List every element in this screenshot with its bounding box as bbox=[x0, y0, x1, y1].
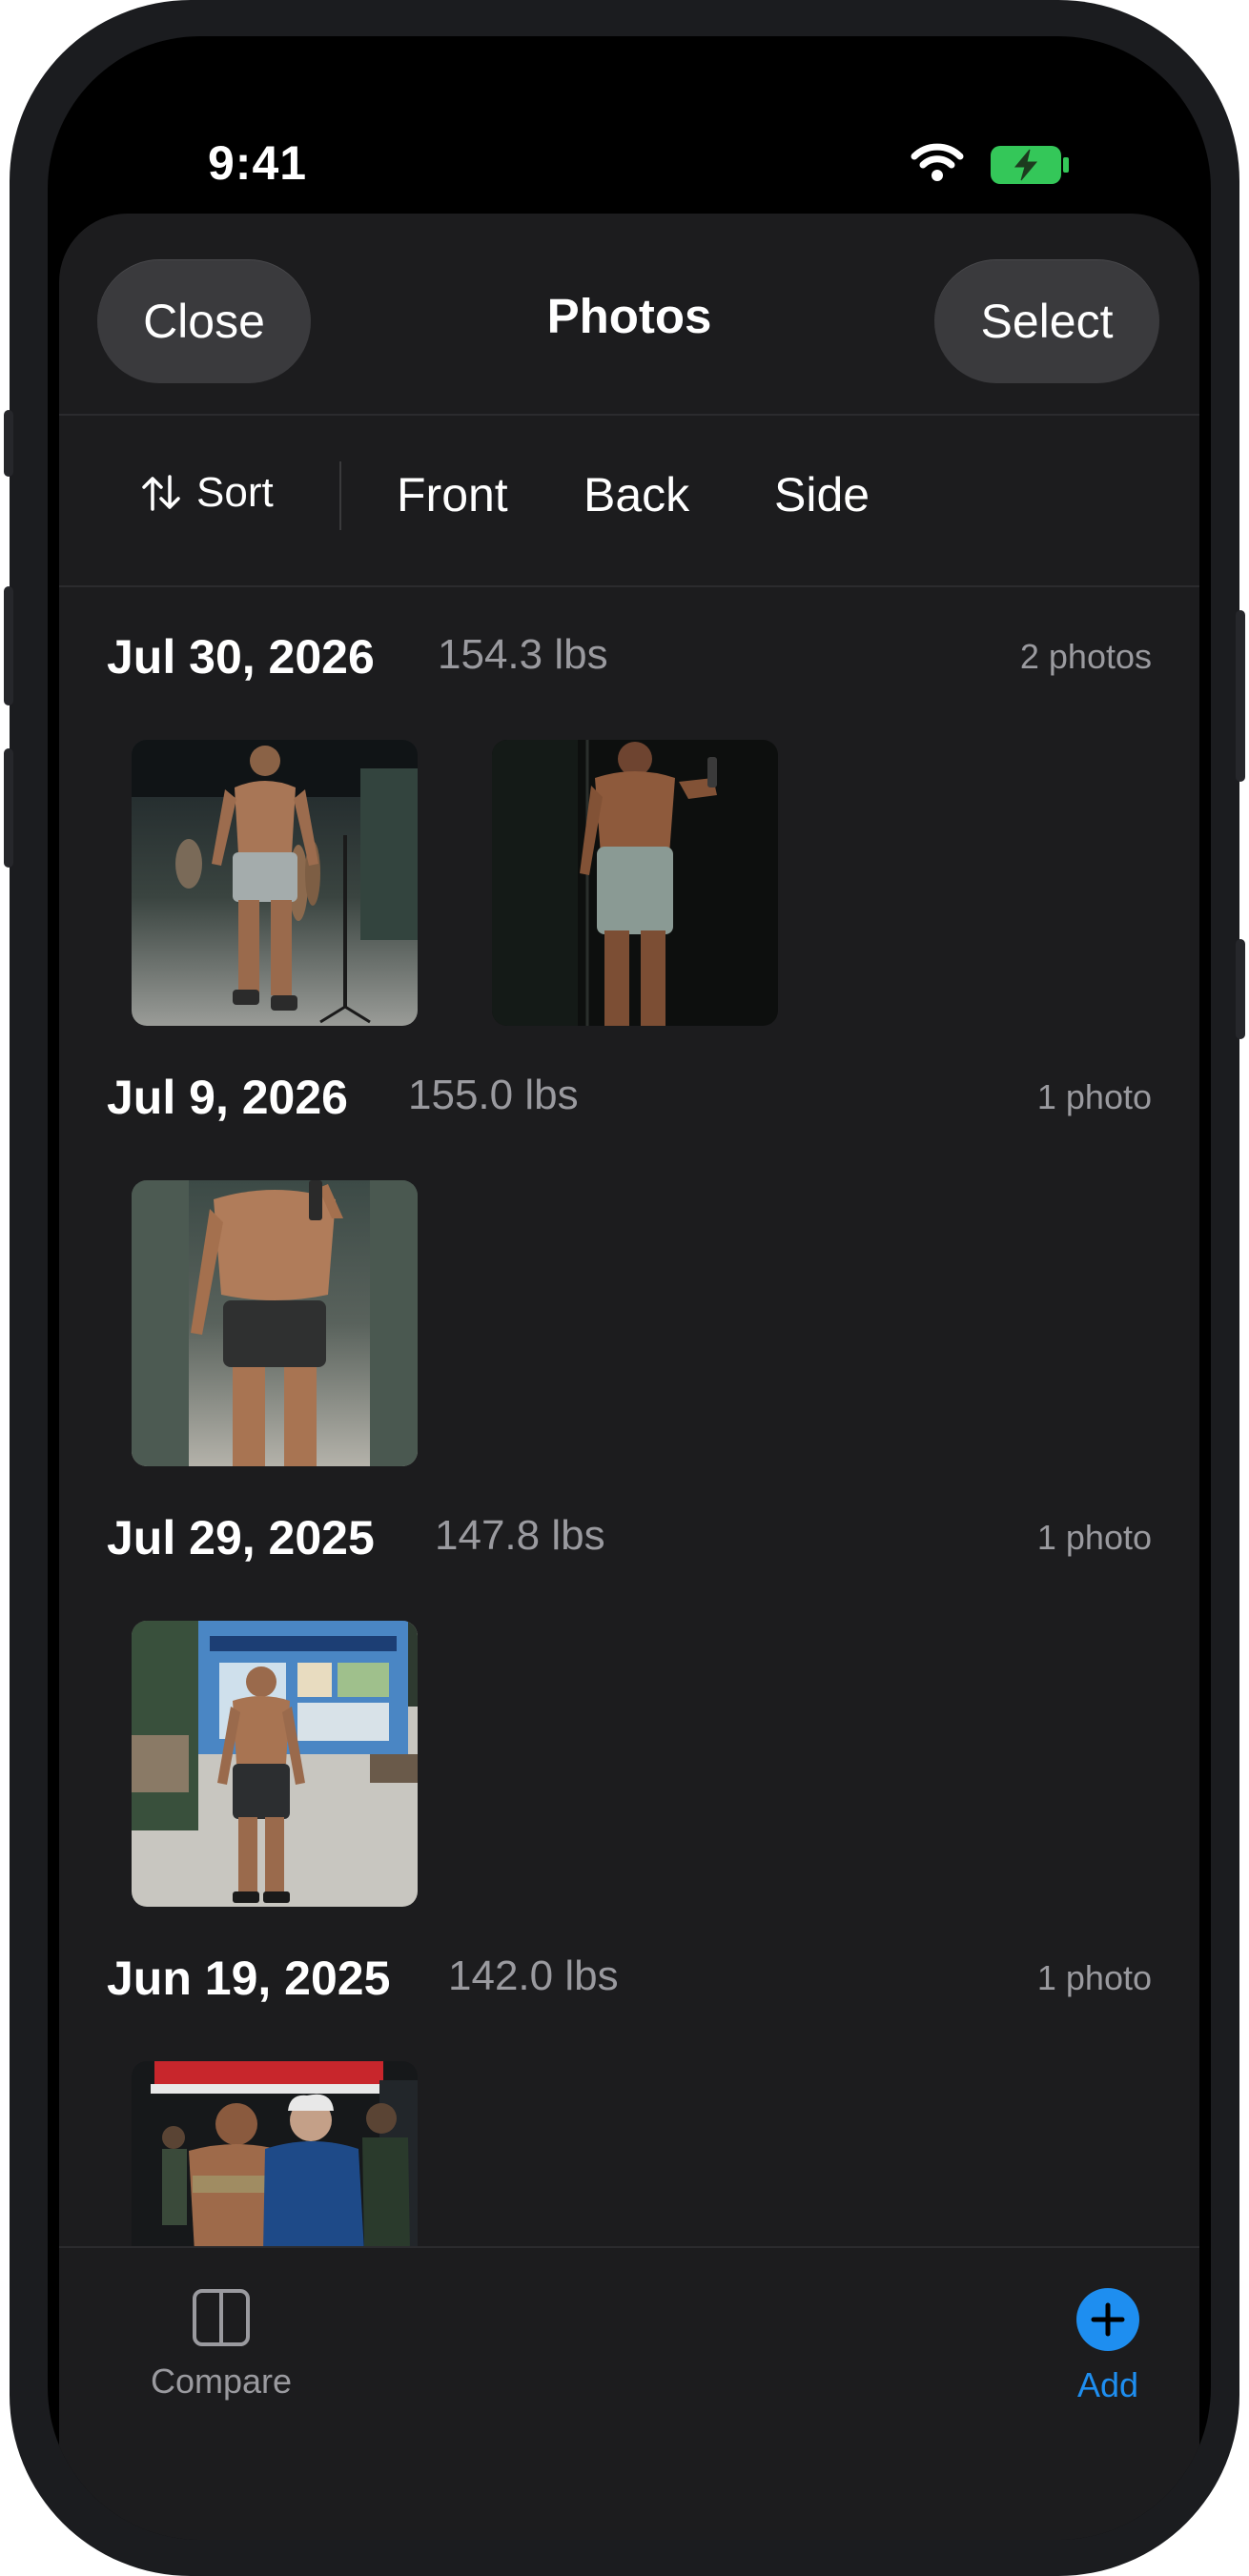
photo-group: Jul 9, 2026 155.0 lbs 1 photo bbox=[59, 1028, 1199, 1468]
photo-thumbnail[interactable] bbox=[132, 2061, 418, 2246]
group-date: Jul 9, 2026 bbox=[107, 1071, 348, 1124]
photo-thumbnail[interactable] bbox=[132, 740, 418, 1026]
group-date: Jun 19, 2025 bbox=[107, 1952, 391, 2005]
group-weight: 142.0 lbs bbox=[448, 1952, 619, 1999]
filter-side[interactable]: Side bbox=[774, 467, 870, 522]
add-label: Add bbox=[1076, 2365, 1139, 2404]
compare-button[interactable]: Compare bbox=[135, 2288, 307, 2402]
volume-down-button bbox=[4, 748, 13, 868]
battery-charging-icon bbox=[991, 146, 1069, 184]
group-date: Jul 29, 2025 bbox=[107, 1511, 375, 1564]
nav-bar: Close Photos Select bbox=[59, 214, 1199, 416]
action-button bbox=[4, 410, 13, 477]
compare-label: Compare bbox=[150, 2361, 293, 2401]
screen: 9:41 Close Photos Select Sort Front Back… bbox=[48, 36, 1211, 2540]
power-button bbox=[1236, 610, 1245, 782]
group-photo-count: 1 photo bbox=[1036, 1077, 1152, 1116]
photo-group: Jul 30, 2026 154.3 lbs 2 photos bbox=[59, 587, 1199, 1028]
photo-list: Jul 30, 2026 154.3 lbs 2 photos Jul 9, 2… bbox=[59, 587, 1199, 2246]
sort-arrows-icon bbox=[142, 475, 180, 511]
phone-frame: 9:41 Close Photos Select Sort Front Back… bbox=[4, 0, 1245, 2576]
photo-thumbnail[interactable] bbox=[132, 1621, 418, 1907]
filter-front[interactable]: Front bbox=[397, 467, 508, 522]
compare-split-icon bbox=[193, 2289, 250, 2346]
photos-sheet: Close Photos Select Sort Front Back Side bbox=[59, 214, 1199, 2540]
filter-back[interactable]: Back bbox=[584, 467, 689, 522]
photo-group: Jun 19, 2025 142.0 lbs 1 photo bbox=[59, 1909, 1199, 2246]
photo-thumbnail[interactable] bbox=[132, 1180, 418, 1466]
group-photo-count: 1 photo bbox=[1036, 1958, 1152, 1997]
plus-circle-icon bbox=[1076, 2288, 1139, 2351]
sort-label: Sort bbox=[196, 469, 274, 516]
status-time: 9:41 bbox=[208, 136, 308, 190]
group-photo-count: 1 photo bbox=[1036, 1518, 1152, 1557]
wifi-icon bbox=[911, 143, 964, 181]
group-photo-count: 2 photos bbox=[1019, 637, 1152, 676]
bottom-toolbar: Compare Add bbox=[59, 2246, 1199, 2540]
add-button[interactable]: Add bbox=[1051, 2288, 1165, 2405]
group-weight: 155.0 lbs bbox=[408, 1072, 579, 1118]
filter-bar: Sort Front Back Side bbox=[59, 416, 1199, 587]
camera-control-button bbox=[1236, 939, 1245, 1039]
group-weight: 154.3 lbs bbox=[438, 631, 608, 678]
photo-group: Jul 29, 2025 147.8 lbs 1 photo bbox=[59, 1468, 1199, 1909]
photo-thumbnail[interactable] bbox=[492, 740, 778, 1026]
status-bar: 9:41 bbox=[48, 36, 1211, 217]
group-weight: 147.8 lbs bbox=[435, 1512, 605, 1559]
volume-up-button bbox=[4, 586, 13, 705]
sort-button[interactable]: Sort bbox=[139, 469, 274, 517]
filter-divider bbox=[339, 461, 341, 530]
select-button[interactable]: Select bbox=[934, 259, 1159, 383]
group-date: Jul 30, 2026 bbox=[107, 630, 375, 684]
